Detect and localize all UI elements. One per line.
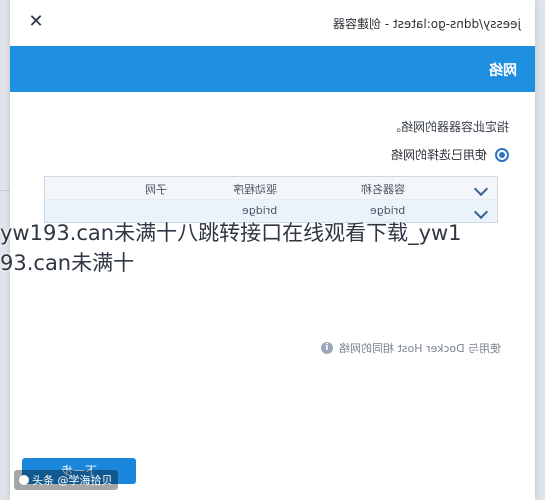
watermark-line-2: 93.can未满十 xyxy=(0,251,135,275)
brand-label: 头条 @学海拾贝 xyxy=(32,474,113,487)
cell-name: bridge xyxy=(369,204,405,217)
radio-label: 使用已选择的网络 xyxy=(390,148,487,162)
host-network-option[interactable]: i 使用与 Docker Host 相同的网络 xyxy=(320,340,501,356)
dialog-header: 网络 xyxy=(10,46,535,92)
network-description: 指定此容器器的网络。 xyxy=(388,120,509,134)
col-header-name: 容器名称 xyxy=(361,183,405,196)
col-header-driver: 驱动程序 xyxy=(233,183,277,196)
chevron-down-icon[interactable] xyxy=(471,179,491,197)
watermark-line-1: yw193.can未满十八跳转接口在线观看下载_yw1 xyxy=(0,221,462,245)
watermark-text: yw193.can未满十八跳转接口在线观看下载_yw1 93.can未满十 xyxy=(0,218,545,278)
brand-icon xyxy=(19,475,29,485)
header-title: 网络 xyxy=(489,63,517,79)
dialog-topbar: ✕ jeessy/ddns-go:latest - 创建容器 xyxy=(10,0,535,47)
source-badge: 头条 @学海拾贝 xyxy=(14,470,118,490)
dialog-content: 指定此容器器的网络。 使用已选择的网络 容器名称 驱动程序 子网 bridge … xyxy=(10,92,535,500)
host-network-label: 使用与 Docker Host 相同的网络 xyxy=(338,342,501,355)
network-table: 容器名称 驱动程序 子网 bridge bridge xyxy=(44,176,498,223)
close-icon[interactable]: ✕ xyxy=(26,12,46,32)
use-selected-network-option[interactable]: 使用已选择的网络 xyxy=(391,146,509,163)
dialog-path: jeessy/ddns-go:latest - 创建容器 xyxy=(333,17,521,31)
col-header-subnet: 子网 xyxy=(145,183,167,196)
radio-button[interactable] xyxy=(495,147,509,162)
info-icon: i xyxy=(320,342,333,354)
cell-driver: bridge xyxy=(241,204,277,217)
background-divider xyxy=(0,190,10,191)
table-header-row: 容器名称 驱动程序 子网 xyxy=(45,177,497,200)
